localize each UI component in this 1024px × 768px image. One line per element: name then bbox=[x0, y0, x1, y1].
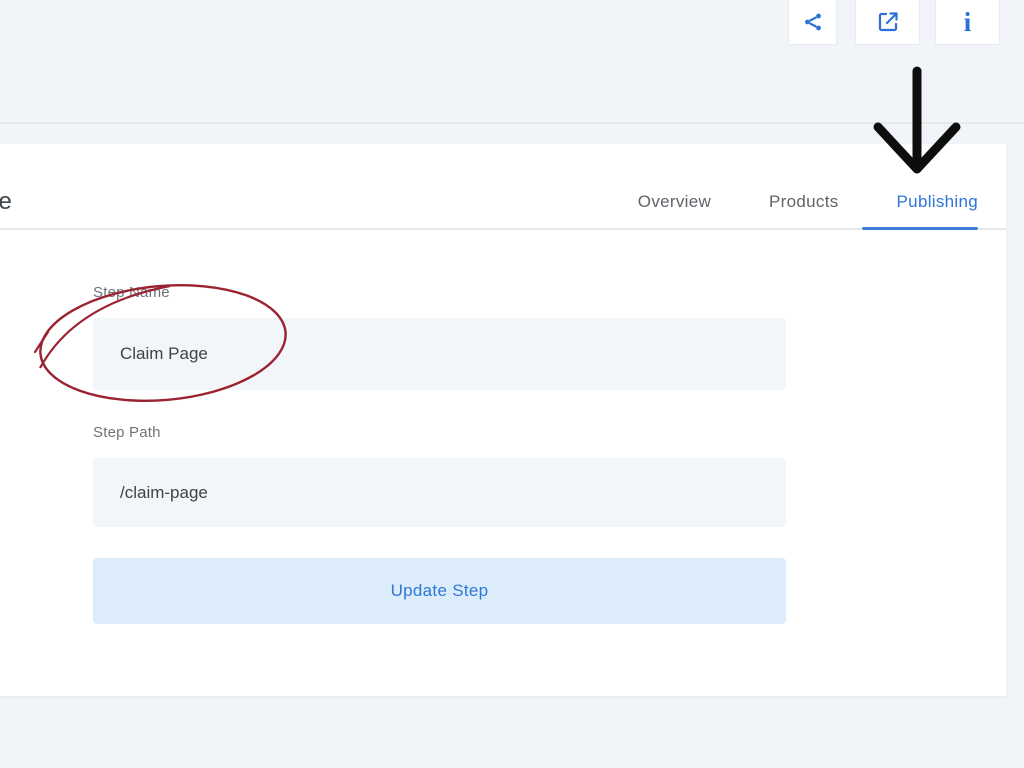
page: { "toolbar": { "buttons": [ { "icon": "s… bbox=[0, 0, 1024, 768]
active-tab-indicator bbox=[862, 227, 978, 230]
page-title-cutoff: ge bbox=[0, 188, 12, 216]
content-panel: ge Overview Products Publishing Step Nam… bbox=[0, 144, 1006, 696]
header-divider bbox=[0, 122, 1024, 124]
info-icon: i bbox=[964, 9, 972, 36]
step-name-input[interactable]: Claim Page bbox=[93, 318, 786, 390]
step-name-label: Step Name bbox=[93, 284, 170, 301]
open-in-new-icon bbox=[876, 10, 900, 34]
open-in-new-button[interactable] bbox=[855, 0, 920, 45]
tabs-divider bbox=[0, 228, 1006, 230]
tab-overview[interactable]: Overview bbox=[638, 192, 711, 212]
share-button[interactable] bbox=[788, 0, 837, 45]
tab-publishing[interactable]: Publishing bbox=[897, 192, 978, 212]
share-icon bbox=[802, 11, 824, 33]
update-step-button[interactable]: Update Step bbox=[93, 558, 786, 624]
info-button[interactable]: i bbox=[935, 0, 1000, 45]
step-path-input[interactable]: /claim-page bbox=[93, 458, 786, 527]
tab-products[interactable]: Products bbox=[769, 192, 839, 212]
tab-bar: Overview Products Publishing bbox=[638, 192, 978, 212]
step-path-label: Step Path bbox=[93, 424, 161, 441]
